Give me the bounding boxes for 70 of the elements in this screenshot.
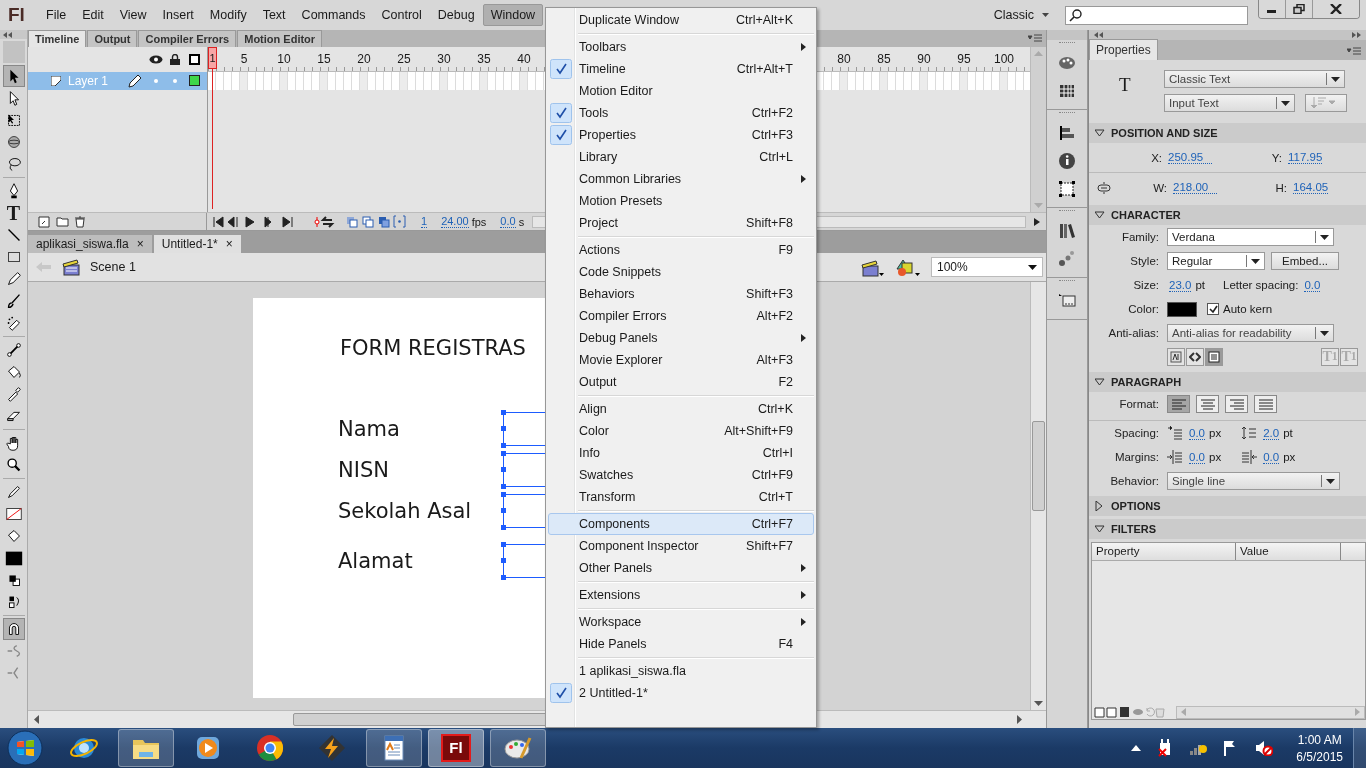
menu-shortcut: Ctrl+K (757, 402, 793, 416)
flash-logo: Fl (441, 734, 471, 762)
form-label: Sekolah Asal (338, 498, 473, 523)
frame-number: 100 (993, 52, 1015, 66)
menu-shortcut: Ctrl+I (762, 446, 793, 460)
field-label: Letter spacing: (1223, 279, 1299, 291)
field-label: Color: (1127, 303, 1159, 315)
unit-label: px (1209, 451, 1222, 463)
field-label: W: (1152, 181, 1167, 194)
field-label: Style: (1129, 255, 1159, 267)
frame-number: 5 (239, 52, 249, 66)
field-label: Y: (1270, 151, 1282, 164)
form-label: Alamat (338, 548, 414, 573)
text-type-icon: T (1089, 70, 1164, 112)
menu-shortcut: Ctrl+Alt+K (736, 13, 793, 27)
frame-number: 30 (436, 52, 452, 66)
menu-shortcut: Shift+F3 (746, 287, 793, 301)
form-title: FORM REGISTRAS (340, 336, 526, 362)
menu-shortcut: Ctrl+F2 (751, 106, 793, 120)
frame-rate-unit: fps (471, 215, 487, 228)
document-name: aplikasi_siswa.fla (36, 237, 129, 251)
field-label: Behavior: (1109, 475, 1159, 487)
menu-shortcut: Ctrl+L (759, 150, 793, 164)
menu-shortcut: Ctrl+Alt+T (736, 62, 793, 76)
menu-shortcut: Alt+F2 (756, 309, 793, 323)
field-label: Size: (1132, 279, 1159, 291)
form-label: Nama (338, 416, 401, 441)
section-title: CHARACTER (1111, 209, 1181, 221)
elapsed-time-unit: s (518, 215, 525, 228)
menu-shortcut: Shift+F7 (746, 539, 793, 553)
menu-shortcut: Ctrl+F7 (751, 517, 793, 531)
field-label: Spacing: (1113, 427, 1159, 439)
unit-label: pt (1195, 279, 1205, 291)
field-label: X: (1150, 151, 1162, 164)
layer-name: Layer 1 (68, 74, 109, 88)
menu-shortcut: Alt+Shift+F9 (724, 424, 793, 438)
menu-shortcut: F4 (778, 637, 793, 651)
menu-shortcut: Alt+F3 (756, 353, 793, 367)
unit-label: px (1283, 451, 1296, 463)
frame-number: 80 (836, 52, 852, 66)
frame-number: 95 (956, 52, 972, 66)
frame-number: 40 (516, 52, 532, 66)
field-label: Anti-alias: (1107, 327, 1159, 339)
field-label: H: (1274, 181, 1287, 194)
frame-number: 20 (356, 52, 372, 66)
unit-label: pt (1283, 427, 1293, 439)
menu-shortcut: Ctrl+T (758, 490, 793, 504)
section-title: OPTIONS (1111, 500, 1161, 512)
menu-shortcut: F9 (778, 243, 793, 257)
section-title: FILTERS (1111, 523, 1156, 535)
frame-number: 85 (876, 52, 892, 66)
frame-number: 10 (276, 52, 292, 66)
menu-shortcut: Ctrl+F3 (751, 128, 793, 142)
frame-number: 90 (916, 52, 932, 66)
menu-shortcut: Ctrl+F9 (751, 468, 793, 482)
form-label: NISN (338, 457, 390, 482)
document-name: Untitled-1* (161, 237, 218, 251)
frame-number: 15 (316, 52, 332, 66)
field-label: Margins: (1113, 451, 1159, 463)
field-label: Family: (1120, 231, 1159, 243)
menu-shortcut: F2 (778, 375, 793, 389)
menu-shortcut: Shift+F8 (746, 216, 793, 230)
checkbox-label: Auto kern (1223, 303, 1273, 315)
field-label: Format: (1118, 398, 1159, 410)
section-title: POSITION AND SIZE (1111, 127, 1218, 139)
section-title: PARAGRAPH (1111, 376, 1182, 388)
app-logo: Fl (7, 4, 26, 26)
unit-label: px (1209, 427, 1222, 439)
frame-number: 35 (476, 52, 492, 66)
frame-number: 25 (396, 52, 412, 66)
